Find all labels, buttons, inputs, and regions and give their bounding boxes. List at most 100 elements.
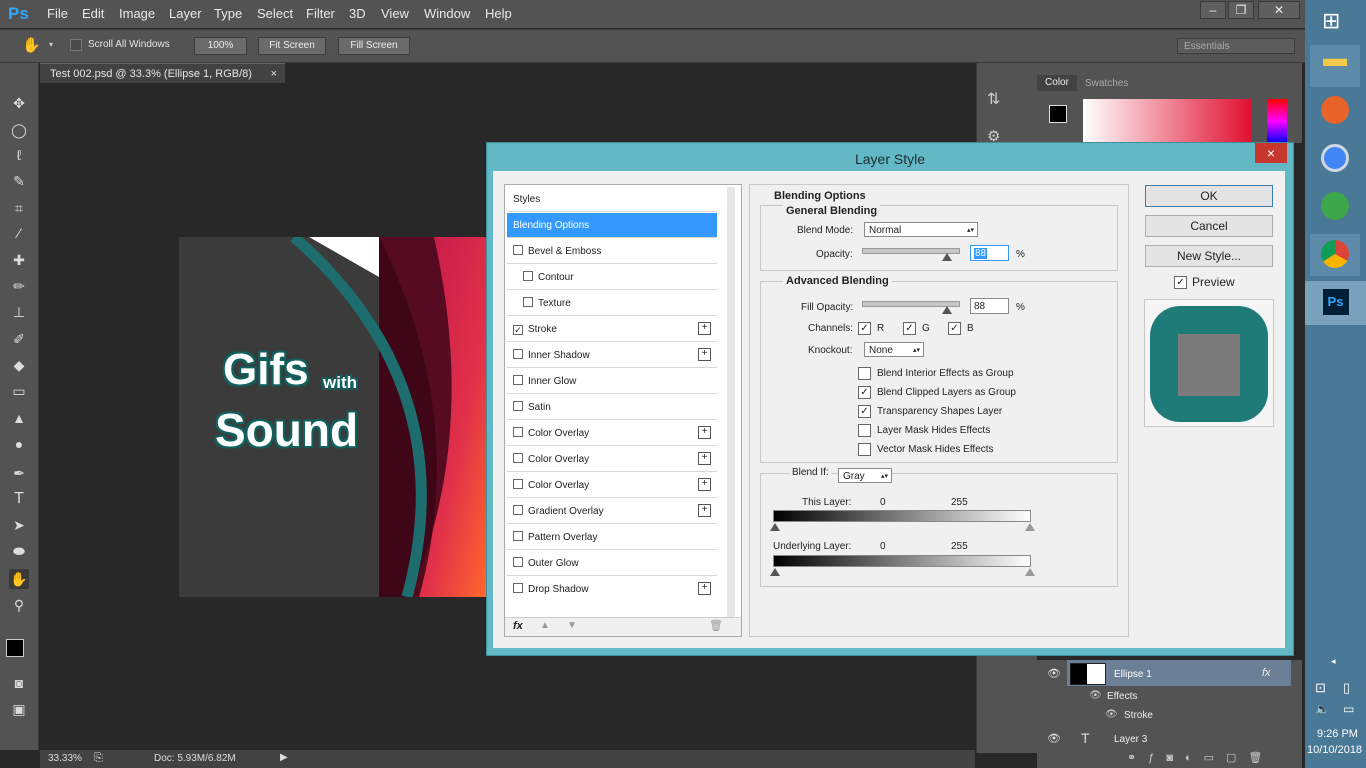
brush-tool-icon[interactable]: ✏ xyxy=(9,276,29,296)
move-tool-icon[interactable]: ✥ xyxy=(9,93,29,113)
volume-icon[interactable]: 🔈 xyxy=(1315,702,1330,716)
menu-help[interactable]: Help xyxy=(485,6,512,21)
preview-checkbox[interactable]: ✓ xyxy=(1174,276,1187,289)
menu-layer[interactable]: Layer xyxy=(169,6,202,21)
advanced-option-checkbox[interactable]: ✓ xyxy=(858,405,871,418)
ok-button[interactable]: OK xyxy=(1145,185,1273,207)
fit-screen-button[interactable]: Fit Screen xyxy=(258,37,326,55)
quick-select-tool-icon[interactable]: ✎ xyxy=(9,171,29,191)
fill-opacity-slider-thumb[interactable] xyxy=(942,306,952,314)
menu-window[interactable]: Window xyxy=(424,6,470,21)
zoom-level[interactable]: 33.33% xyxy=(48,753,82,764)
style-item-texture[interactable]: Texture xyxy=(507,291,717,316)
trash-icon[interactable]: 🗑 xyxy=(709,619,723,632)
knockout-select[interactable]: None xyxy=(864,342,924,358)
blur-tool-icon[interactable]: ▲ xyxy=(9,408,29,428)
marquee-tool-icon[interactable]: ◯ xyxy=(9,120,29,140)
hand-tool-icon[interactable]: ✋ xyxy=(9,569,29,589)
blend-if-select[interactable]: Gray xyxy=(838,468,892,484)
quick-mask-icon[interactable]: ◙ xyxy=(9,673,29,693)
style-item-drop-shadow[interactable]: Drop Shadow + xyxy=(507,577,717,597)
style-checkbox[interactable] xyxy=(513,375,523,385)
chrome-icon[interactable] xyxy=(1310,234,1360,276)
menu-image[interactable]: Image xyxy=(119,6,155,21)
type-tool-icon[interactable]: T xyxy=(9,489,29,509)
style-item-outer-glow[interactable]: Outer Glow xyxy=(507,551,717,576)
styles-header[interactable]: Styles xyxy=(507,187,717,212)
dialog-close-button[interactable]: × xyxy=(1255,143,1287,163)
style-checkbox[interactable] xyxy=(513,479,523,489)
advanced-option-checkbox[interactable]: ✓ xyxy=(858,386,871,399)
layer-fx-icon[interactable]: fx xyxy=(1262,667,1271,679)
tab-color[interactable]: Color xyxy=(1037,75,1077,91)
crop-tool-icon[interactable]: ⌗ xyxy=(9,198,29,218)
this-layer-white-thumb[interactable] xyxy=(1025,523,1035,531)
new-style-button[interactable]: New Style... xyxy=(1145,245,1273,267)
eye-icon[interactable]: 👁 xyxy=(1089,690,1102,701)
camtasia-icon[interactable] xyxy=(1310,186,1360,228)
channel-g-checkbox[interactable]: ✓ xyxy=(903,322,916,335)
eye-icon[interactable]: 👁 xyxy=(1047,667,1061,680)
history-brush-icon[interactable]: ✐ xyxy=(9,329,29,349)
restore-button[interactable]: ❐ xyxy=(1228,1,1254,19)
style-checkbox[interactable] xyxy=(513,427,523,437)
file-explorer-icon[interactable]: ▬ xyxy=(1310,45,1360,87)
healing-tool-icon[interactable]: ✚ xyxy=(9,250,29,270)
firefox-icon[interactable] xyxy=(1310,90,1360,132)
color-field[interactable] xyxy=(1083,99,1251,143)
style-item-color-overlay[interactable]: Color Overlay + xyxy=(507,447,717,472)
fx-icon[interactable]: fx xyxy=(513,620,523,632)
move-down-icon[interactable]: ▼ xyxy=(567,620,577,631)
export-icon[interactable]: ⎘ xyxy=(94,752,103,765)
style-checkbox[interactable] xyxy=(513,401,523,411)
hand-tool-icon[interactable]: ✋ xyxy=(22,36,41,54)
style-item-inner-glow[interactable]: Inner Glow xyxy=(507,369,717,394)
hue-slider[interactable] xyxy=(1267,99,1287,143)
scroll-all-checkbox[interactable] xyxy=(70,39,82,54)
menu-edit[interactable]: Edit xyxy=(82,6,104,21)
add-effect-icon[interactable]: + xyxy=(698,582,711,595)
style-checkbox[interactable] xyxy=(513,583,523,593)
close-tab-icon[interactable]: × xyxy=(271,64,277,84)
layers-footer-icons[interactable]: ⚭ƒ◙◐▭▢🗑 xyxy=(1127,751,1274,764)
style-checkbox[interactable] xyxy=(513,557,523,567)
clock-time[interactable]: 9:26 PM xyxy=(1317,728,1358,740)
chevron-down-icon[interactable]: ▾ xyxy=(49,40,53,49)
gradient-tool-icon[interactable]: ▭ xyxy=(9,381,29,401)
channel-r-checkbox[interactable]: ✓ xyxy=(858,322,871,335)
clock-date[interactable]: 10/10/2018 xyxy=(1307,744,1362,756)
dodge-tool-icon[interactable]: ● xyxy=(9,434,29,454)
style-item-inner-shadow[interactable]: Inner Shadow + xyxy=(507,343,717,368)
add-effect-icon[interactable]: + xyxy=(698,452,711,465)
fill-screen-button[interactable]: Fill Screen xyxy=(338,37,410,55)
style-item-satin[interactable]: Satin xyxy=(507,395,717,420)
path-select-icon[interactable]: ➤ xyxy=(9,515,29,535)
zoom-tool-icon[interactable]: ⚲ xyxy=(9,595,29,615)
minimize-button[interactable]: – xyxy=(1200,1,1226,19)
style-item-color-overlay[interactable]: Color Overlay + xyxy=(507,473,717,498)
lasso-tool-icon[interactable]: ℓ xyxy=(9,145,29,165)
advanced-option-checkbox[interactable] xyxy=(858,443,871,456)
underlying-gradient-bar[interactable] xyxy=(773,555,1031,567)
style-item-color-overlay[interactable]: Color Overlay + xyxy=(507,421,717,446)
eyedropper-tool-icon[interactable]: ⁄ xyxy=(9,223,29,243)
style-item-bevel-emboss[interactable]: Bevel & Emboss xyxy=(507,239,717,264)
opacity-slider-thumb[interactable] xyxy=(942,253,952,261)
menu-view[interactable]: View xyxy=(381,6,409,21)
cancel-button[interactable]: Cancel xyxy=(1145,215,1273,237)
tab-swatches[interactable]: Swatches xyxy=(1085,78,1128,89)
battery-icon[interactable]: ▯ xyxy=(1343,680,1350,696)
status-arrow-icon[interactable]: ▶ xyxy=(280,752,288,763)
document-canvas[interactable]: Gifs with Sound xyxy=(179,237,489,597)
close-window-button[interactable]: ✕ xyxy=(1258,1,1300,19)
chrome-canary-icon[interactable] xyxy=(1310,138,1360,180)
tray-chevron-icon[interactable]: ◂ xyxy=(1331,656,1336,667)
history-panel-icon[interactable]: ⇅ xyxy=(987,89,1000,109)
channel-b-checkbox[interactable]: ✓ xyxy=(948,322,961,335)
notification-icon[interactable]: ▭ xyxy=(1343,702,1354,716)
foreground-color-swatch[interactable] xyxy=(6,639,24,657)
add-effect-icon[interactable]: + xyxy=(698,426,711,439)
menu-3d[interactable]: 3D xyxy=(349,6,366,21)
menu-type[interactable]: Type xyxy=(214,6,242,21)
style-item-contour[interactable]: Contour xyxy=(507,265,717,290)
